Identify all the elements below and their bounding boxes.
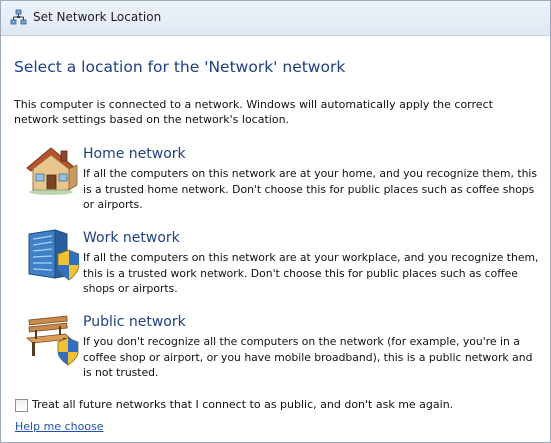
set-network-location-window: Set Network Location Select a location f… [0, 0, 551, 443]
page-heading: Select a location for the 'Network' netw… [14, 58, 346, 76]
work-network-title: Work network [83, 230, 180, 246]
home-network-description: If all the computers on this network are… [83, 167, 538, 211]
public-network-title: Public network [83, 314, 186, 330]
work-network-description: If all the computers on this network are… [83, 251, 539, 295]
help-me-choose-link[interactable]: Help me choose [15, 420, 104, 433]
treat-as-public-label[interactable]: Treat all future networks that I connect… [32, 398, 453, 411]
work-network-option[interactable]: Work network If all the computers on thi… [25, 228, 540, 295]
title-bar[interactable]: Set Network Location [1, 1, 550, 36]
home-network-title: Home network [83, 146, 186, 162]
treat-as-public-checkbox[interactable] [15, 399, 28, 412]
home-network-option[interactable]: Home network If all the computers on thi… [25, 144, 540, 211]
public-network-option[interactable]: Public network If you don't recognize al… [25, 312, 540, 379]
intro-text: This computer is connected to a network.… [14, 98, 493, 126]
house-icon [26, 147, 78, 195]
office-building-shield-icon [28, 229, 79, 281]
network-location-icon [10, 9, 27, 25]
park-bench-shield-icon [26, 315, 79, 366]
public-network-description: If you don't recognize all the computers… [83, 335, 533, 379]
window-title: Set Network Location [33, 10, 162, 24]
